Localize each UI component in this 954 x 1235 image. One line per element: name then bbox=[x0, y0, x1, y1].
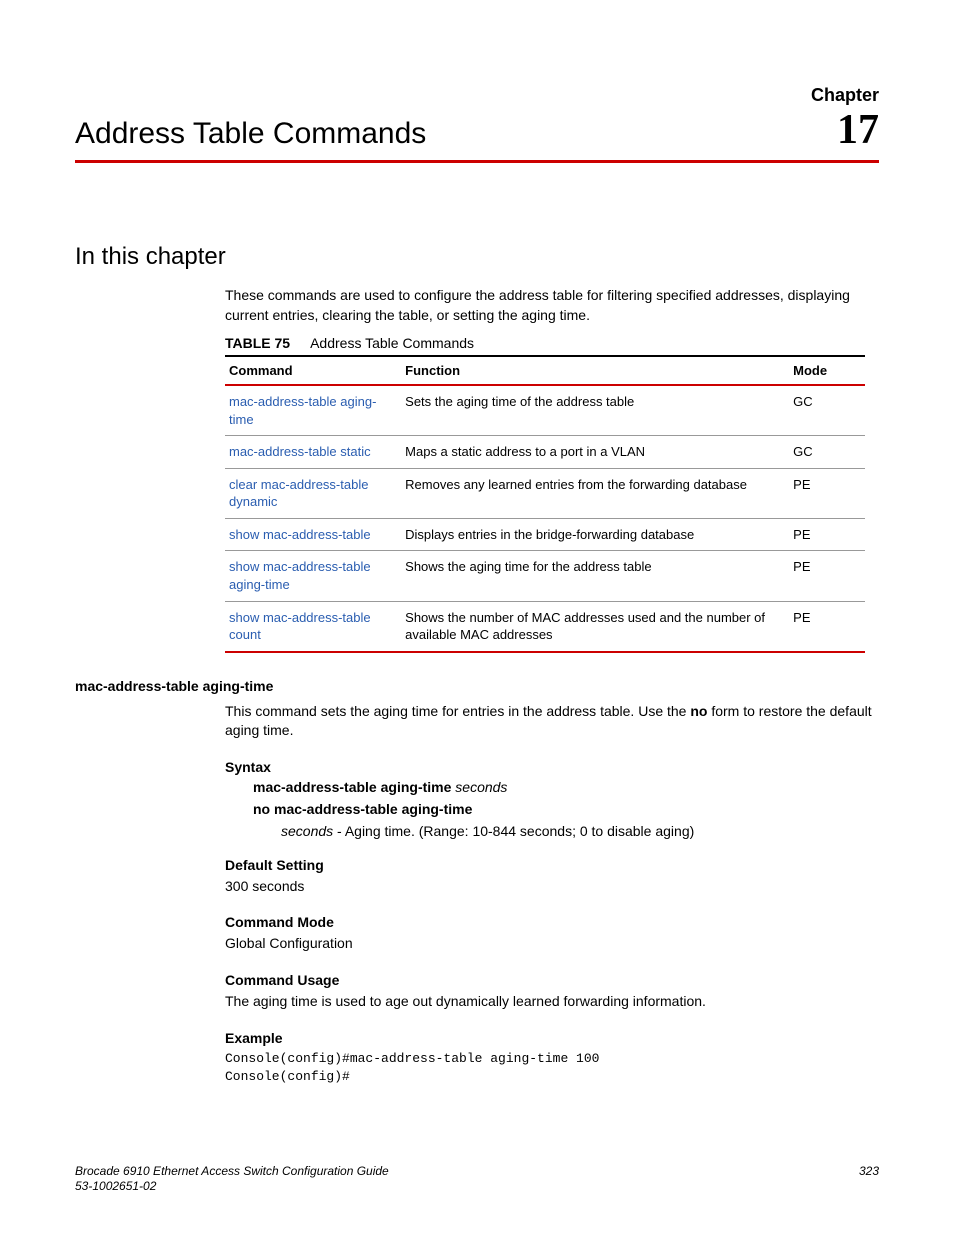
cmd-mode: GC bbox=[789, 436, 865, 469]
table-header-row: Command Function Mode bbox=[225, 356, 865, 385]
arg-description: seconds - Aging time. (Range: 10-844 sec… bbox=[281, 823, 879, 839]
table-row: show mac-address-table count Shows the n… bbox=[225, 601, 865, 652]
syntax-arg: seconds bbox=[455, 779, 507, 795]
example-label: Example bbox=[225, 1030, 879, 1046]
section-intro: These commands are used to configure the… bbox=[225, 286, 879, 325]
chapter-label: Chapter bbox=[75, 85, 879, 106]
table-caption: TABLE 75 Address Table Commands bbox=[225, 335, 879, 351]
table-row: show mac-address-table aging-time Shows … bbox=[225, 551, 865, 601]
page-footer: Brocade 6910 Ethernet Access Switch Conf… bbox=[75, 1164, 879, 1195]
arg-name: seconds bbox=[281, 823, 333, 839]
table-row: mac-address-table static Maps a static a… bbox=[225, 436, 865, 469]
cmd-function: Shows the number of MAC addresses used a… bbox=[401, 601, 789, 652]
chapter-header: Address Table Commands 17 bbox=[75, 106, 879, 154]
cmd-mode: GC bbox=[789, 385, 865, 436]
desc-pre: This command sets the aging time for ent… bbox=[225, 703, 690, 719]
mode-value: Global Configuration bbox=[225, 934, 879, 954]
syntax-label: Syntax bbox=[225, 759, 879, 775]
divider-red bbox=[75, 160, 879, 163]
syntax-cmd: mac-address-table aging-time bbox=[253, 779, 451, 795]
commands-table: Command Function Mode mac-address-table … bbox=[225, 355, 865, 652]
mode-label: Command Mode bbox=[225, 914, 879, 930]
col-command: Command bbox=[225, 356, 401, 385]
cmd-mode: PE bbox=[789, 551, 865, 601]
usage-label: Command Usage bbox=[225, 972, 879, 988]
default-label: Default Setting bbox=[225, 857, 879, 873]
default-value: 300 seconds bbox=[225, 877, 879, 897]
arg-desc: - Aging time. (Range: 10-844 seconds; 0 … bbox=[333, 823, 694, 839]
table-row: mac-address-table aging-time Sets the ag… bbox=[225, 385, 865, 436]
section-title: In this chapter bbox=[75, 243, 879, 271]
usage-value: The aging time is used to age out dynami… bbox=[225, 992, 879, 1012]
table-caption-text: Address Table Commands bbox=[310, 335, 474, 351]
cmd-mode: PE bbox=[789, 468, 865, 518]
cmd-function: Displays entries in the bridge-forwardin… bbox=[401, 518, 789, 551]
command-description: This command sets the aging time for ent… bbox=[225, 702, 879, 741]
footer-page-number: 323 bbox=[859, 1164, 879, 1195]
syntax-line: mac-address-table aging-time seconds bbox=[253, 779, 879, 795]
cmd-link[interactable]: show mac-address-table bbox=[225, 518, 401, 551]
col-function: Function bbox=[401, 356, 789, 385]
col-mode: Mode bbox=[789, 356, 865, 385]
cmd-function: Maps a static address to a port in a VLA… bbox=[401, 436, 789, 469]
cmd-link[interactable]: mac-address-table aging-time bbox=[225, 385, 401, 436]
syntax-no-line: no mac-address-table aging-time bbox=[253, 801, 879, 817]
footer-title: Brocade 6910 Ethernet Access Switch Conf… bbox=[75, 1164, 389, 1180]
cmd-link[interactable]: show mac-address-table count bbox=[225, 601, 401, 652]
cmd-mode: PE bbox=[789, 518, 865, 551]
example-code: Console(config)#mac-address-table aging-… bbox=[225, 1050, 879, 1086]
table-row: clear mac-address-table dynamic Removes … bbox=[225, 468, 865, 518]
cmd-function: Removes any learned entries from the for… bbox=[401, 468, 789, 518]
cmd-function: Sets the aging time of the address table bbox=[401, 385, 789, 436]
footer-docnum: 53-1002651-02 bbox=[75, 1179, 389, 1195]
table-row: show mac-address-table Displays entries … bbox=[225, 518, 865, 551]
cmd-link[interactable]: mac-address-table static bbox=[225, 436, 401, 469]
chapter-number: 17 bbox=[837, 106, 879, 154]
cmd-link[interactable]: show mac-address-table aging-time bbox=[225, 551, 401, 601]
desc-no-keyword: no bbox=[690, 703, 707, 719]
cmd-link[interactable]: clear mac-address-table dynamic bbox=[225, 468, 401, 518]
table-label: TABLE 75 bbox=[225, 335, 290, 351]
command-name-heading: mac-address-table aging-time bbox=[75, 678, 879, 694]
cmd-mode: PE bbox=[789, 601, 865, 652]
cmd-function: Shows the aging time for the address tab… bbox=[401, 551, 789, 601]
chapter-title: Address Table Commands bbox=[75, 117, 426, 151]
